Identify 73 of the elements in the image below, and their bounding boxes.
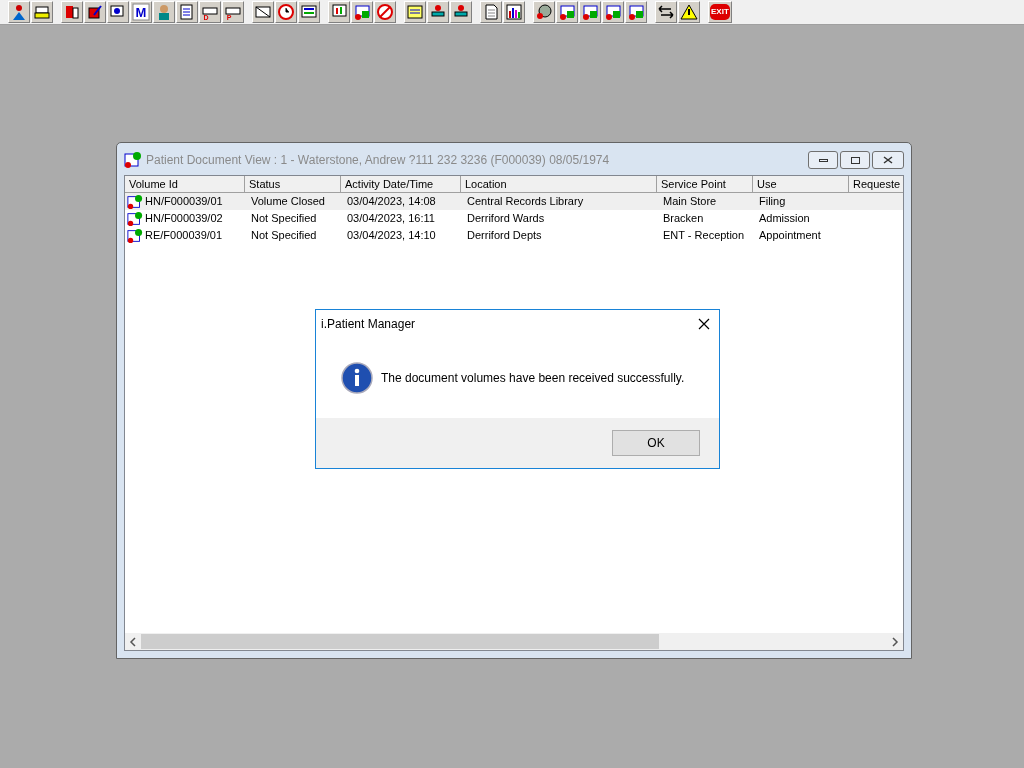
document-icon xyxy=(482,3,500,21)
table-cell-text: 03/04/2023, 14:08 xyxy=(346,194,436,210)
table-cell-text: HN/F000039/02 xyxy=(145,211,223,227)
table-cell-text: Main Store xyxy=(662,194,717,210)
table-cell-text: Bracken xyxy=(662,211,704,227)
table-cell-text: Central Records Library xyxy=(466,194,584,210)
table-row[interactable]: HN/F000039/01 Volume Closed 03/04/2023, 14:08 Central Records Library Main Store Filing xyxy=(125,193,903,210)
document-icon xyxy=(127,193,143,210)
minimize-button[interactable] xyxy=(808,151,838,169)
warning-icon xyxy=(680,3,698,21)
table-cell-text: RE/F000039/01 xyxy=(145,228,223,244)
close-icon xyxy=(883,156,893,164)
column-header[interactable]: Requeste xyxy=(849,176,903,193)
form-icon xyxy=(604,3,622,21)
maximize-button[interactable] xyxy=(840,151,870,169)
note-icon xyxy=(406,3,424,21)
monitor-icon xyxy=(300,3,318,21)
table-cell-text: HN/F000039/01 xyxy=(145,194,223,210)
document-icon xyxy=(127,227,143,244)
toolbar-button[interactable] xyxy=(31,1,53,23)
person-icon xyxy=(10,3,28,21)
column-header[interactable]: Use xyxy=(753,176,849,193)
column-header[interactable]: Volume Id xyxy=(125,176,245,193)
table-cell-text: ENT - Reception xyxy=(662,228,745,244)
table-cell-text: 03/04/2023, 14:10 xyxy=(346,228,436,244)
book-icon xyxy=(63,3,81,21)
table-cell-text: Derriford Depts xyxy=(466,228,542,244)
table-cell-text: Not Specified xyxy=(250,228,317,244)
chevron-right-icon xyxy=(891,636,899,647)
form-icon xyxy=(353,3,371,21)
form-icon xyxy=(581,3,599,21)
column-header[interactable]: Activity Date/Time xyxy=(341,176,461,193)
arrows-icon xyxy=(657,3,675,21)
scrollbar-thumb[interactable] xyxy=(141,634,659,649)
chevron-left-icon xyxy=(129,636,137,647)
info-icon xyxy=(341,362,373,394)
column-header[interactable]: Service Point xyxy=(657,176,753,193)
toolbar-button[interactable] xyxy=(533,1,555,23)
disc-icon xyxy=(535,3,553,21)
toolbar-button[interactable] xyxy=(503,1,525,23)
ok-button[interactable]: OK xyxy=(612,430,700,456)
column-header[interactable]: Location xyxy=(461,176,657,193)
document-icon xyxy=(127,210,143,227)
exit-button[interactable]: EXIT xyxy=(708,1,732,23)
table-cell-text: Admission xyxy=(758,211,810,227)
column-header[interactable]: Status xyxy=(245,176,341,193)
stop-icon xyxy=(376,3,394,21)
toolbar-button[interactable] xyxy=(678,1,700,23)
document-icon xyxy=(124,151,142,169)
form-icon xyxy=(558,3,576,21)
table-cell-text: 03/04/2023, 16:11 xyxy=(346,211,435,227)
toolbar-button[interactable] xyxy=(298,1,320,23)
pen-icon xyxy=(86,3,104,21)
toolbar-button[interactable] xyxy=(61,1,83,23)
table-cell-text: Appointment xyxy=(758,228,821,244)
dialog-message: The document volumes have been received successfully. xyxy=(381,370,685,387)
toolbar-button[interactable] xyxy=(84,1,106,23)
table-cell-text: Not Specified xyxy=(250,211,317,227)
window-title: Patient Document View : 1 - Waterstone, Andrew ?111 232 3236 (F000039) 08/05/1974 xyxy=(146,152,610,169)
close-button[interactable] xyxy=(872,151,904,169)
table-cell-text: Volume Closed xyxy=(250,194,325,210)
close-icon xyxy=(698,318,710,330)
toolbar-button[interactable]: M xyxy=(130,1,152,23)
table-cell-text: Filing xyxy=(758,194,786,210)
clock-icon xyxy=(277,3,295,21)
notepad-icon xyxy=(178,3,196,21)
printer-icon xyxy=(33,3,51,21)
toolbar-button[interactable] xyxy=(655,1,677,23)
form-icon xyxy=(627,3,645,21)
bar-chart-icon xyxy=(505,3,523,21)
dialog-title: i.Patient Manager xyxy=(321,316,416,333)
table-cell-text: Derriford Wards xyxy=(466,211,545,227)
horizontal-scrollbar[interactable] xyxy=(125,633,903,650)
